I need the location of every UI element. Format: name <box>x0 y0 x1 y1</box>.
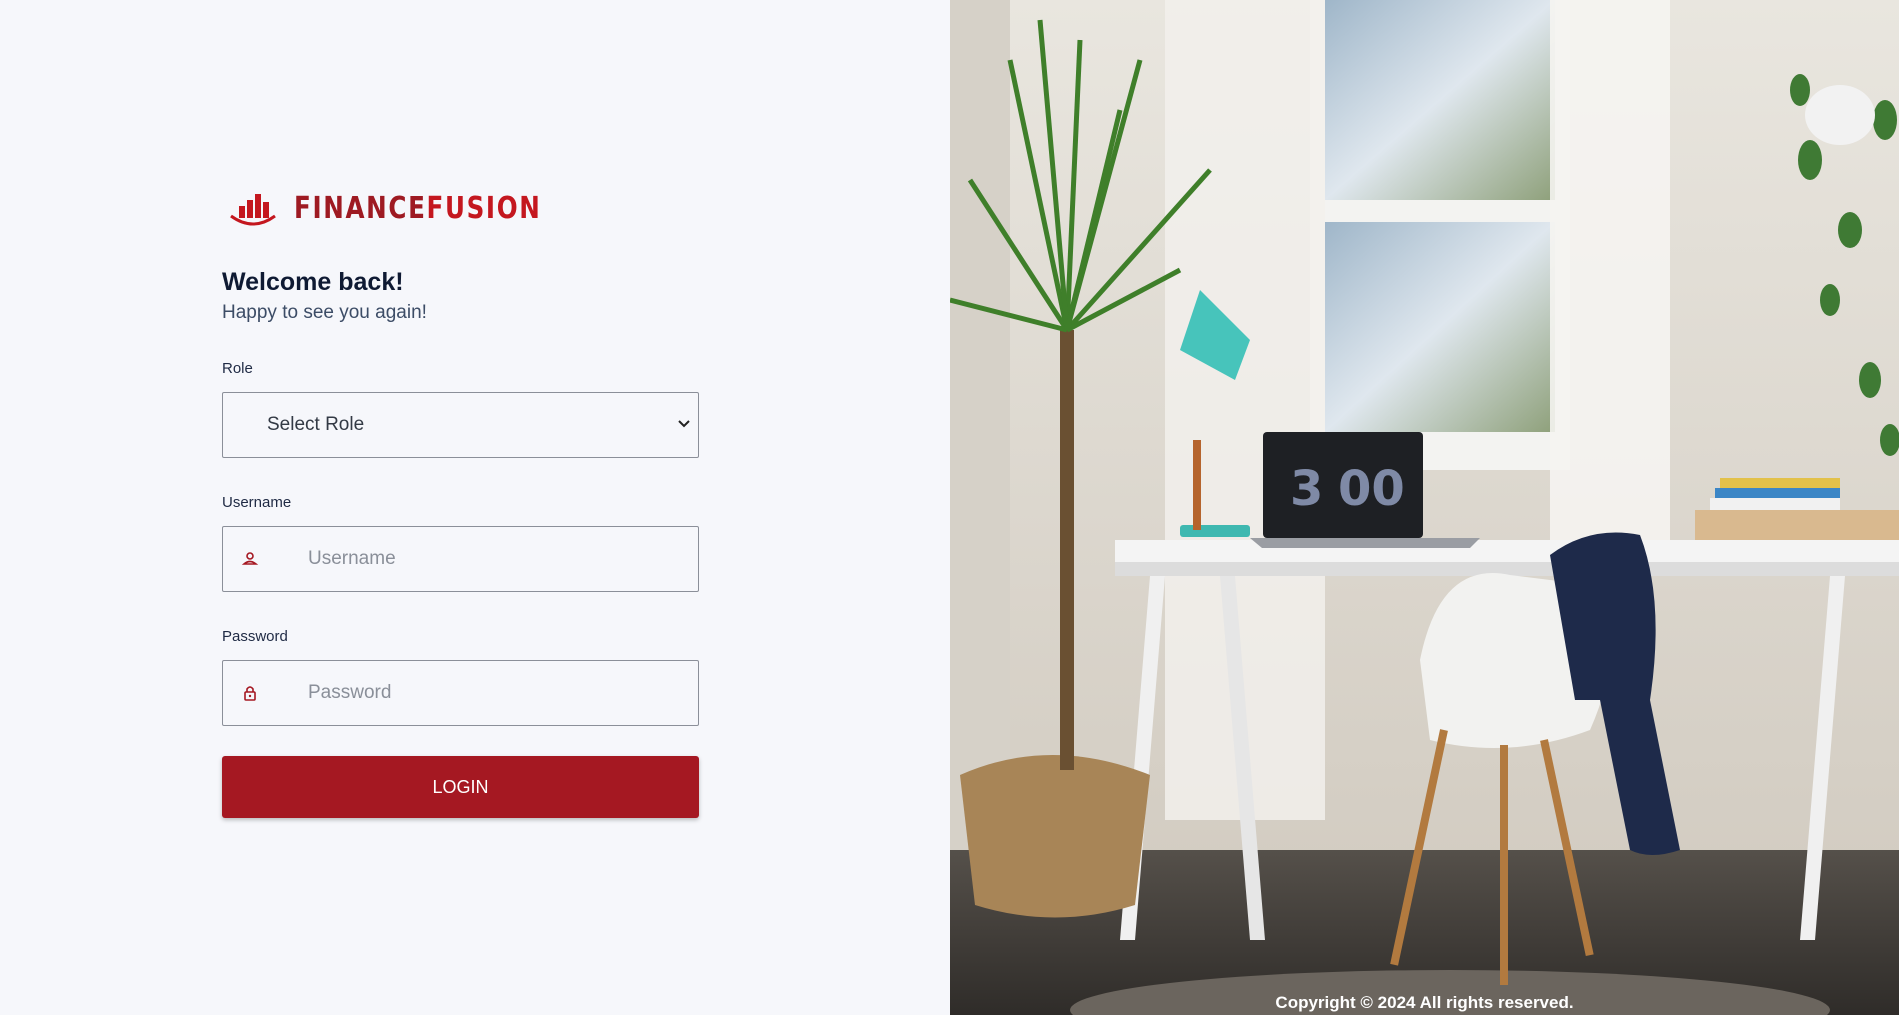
password-field[interactable] <box>222 660 699 726</box>
brand-name: FINANCEFUSION <box>294 191 542 226</box>
page-subtitle: Happy to see you again! <box>222 302 427 323</box>
password-input[interactable] <box>308 682 668 704</box>
login-page: FINANCEFUSION Welcome back! Happy to see… <box>0 0 1899 1015</box>
role-label: Role <box>222 360 253 377</box>
role-select[interactable]: Select Role <box>222 392 699 458</box>
copyright-text: Copyright © 2024 All rights reserved. <box>1275 993 1574 1012</box>
brand-name-part1: FINANCE <box>294 190 427 226</box>
hero-image: 3 00 Copyright © 2024 All rights reserve… <box>950 0 1899 1015</box>
page-title: Welcome back! <box>222 268 404 296</box>
clock-hours: 3 <box>1290 461 1323 517</box>
login-button[interactable]: LOGIN <box>222 756 699 818</box>
login-panel: FINANCEFUSION Welcome back! Happy to see… <box>0 0 950 1015</box>
workspace-photo: 3 00 <box>950 0 1899 1015</box>
password-label: Password <box>222 628 288 645</box>
brand-logo: FINANCEFUSION <box>228 188 596 228</box>
brand-name-part2: FUSION <box>426 190 542 226</box>
role-select-value: Select Role <box>267 414 365 435</box>
bar-chart-icon <box>230 194 276 226</box>
lock-icon <box>244 686 256 701</box>
username-label: Username <box>222 494 292 511</box>
username-field[interactable] <box>222 526 699 592</box>
chevron-down-icon <box>678 420 690 428</box>
user-icon <box>241 552 259 565</box>
username-input[interactable] <box>308 548 668 570</box>
clock-minutes: 00 <box>1338 461 1405 517</box>
